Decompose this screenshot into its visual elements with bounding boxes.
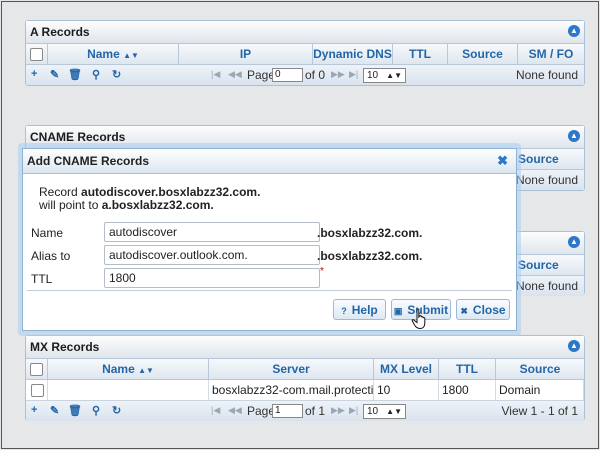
column-header-name[interactable]: Name ▲▼ — [48, 44, 179, 64]
close-button[interactable]: ✖ Close — [456, 299, 510, 320]
column-header-ttl[interactable]: TTL — [439, 359, 496, 379]
close-icon: ✖ — [460, 306, 468, 316]
mx-records-header: MX Records ▲ — [26, 336, 584, 359]
refresh-icon[interactable]: ↻ — [112, 404, 121, 417]
next-page-icon[interactable]: ▶▶ — [331, 405, 345, 416]
ttl-field[interactable]: 1800 — [104, 268, 320, 288]
column-header-name[interactable]: Name ▲▼ — [48, 359, 209, 379]
spinner-icon: ▲▼ — [386, 71, 402, 80]
required-mark: * — [320, 266, 324, 277]
page-input[interactable]: 1 — [272, 404, 303, 418]
sort-icon: ▲▼ — [123, 51, 139, 60]
page-label: Page — [247, 404, 276, 418]
alias-field[interactable]: autodiscover.outlook.com. — [104, 245, 320, 265]
search-icon[interactable]: ⚲ — [92, 68, 100, 81]
table-row[interactable]: bosxlabzz32-com.mail.protection.outlook.… — [26, 380, 584, 401]
select-all-checkbox-cell[interactable] — [26, 359, 48, 379]
name-suffix: .bosxlabzz32.com. — [317, 226, 423, 240]
records-status: None found — [515, 279, 578, 293]
next-page-icon[interactable]: ▶▶ — [331, 69, 345, 80]
refresh-icon[interactable]: ↻ — [112, 68, 121, 81]
dns-manager-screen: A Records ▲ Name ▲▼ IP Dynamic DNS TTL S… — [1, 1, 599, 449]
dialog-intro: Record autodiscover.bosxlabzz32.com. wil… — [39, 185, 261, 212]
add-icon[interactable]: + — [31, 404, 37, 416]
alias-suffix: .bosxlabzz32.com. — [317, 249, 423, 263]
delete-icon[interactable]: 🗑 — [68, 68, 82, 81]
page-input[interactable]: 0 — [272, 68, 303, 82]
first-page-icon[interactable]: |◀ — [211, 405, 220, 416]
last-page-icon[interactable]: ▶| — [349, 405, 358, 416]
mx-records-pager: + ✎ 🗑 ⚲ ↻ |◀ ◀◀ Page 1 of 1 ▶▶ ▶| 10 ▲▼ V… — [26, 401, 584, 421]
panel-title: MX Records — [30, 340, 100, 354]
page-size-select[interactable]: 10 ▲▼ — [363, 68, 406, 83]
delete-icon[interactable]: 🗑 — [68, 404, 82, 417]
mx-records-panel: MX Records ▲ Name ▲▼ Server MX Level TTL… — [25, 335, 585, 421]
add-cname-dialog: Add CNAME Records ✖ Record autodiscover.… — [22, 148, 517, 331]
collapse-icon[interactable]: ▲ — [568, 340, 580, 352]
column-header-source[interactable]: Source — [516, 255, 584, 275]
ttl-label: TTL — [31, 272, 53, 286]
column-header-source[interactable]: Source — [448, 44, 518, 64]
select-all-checkbox-cell[interactable] — [26, 44, 48, 64]
cell-server: bosxlabzz32-com.mail.protection.outlook.… — [209, 380, 374, 400]
close-icon[interactable]: ✖ — [497, 149, 508, 173]
intro-target: a.bosxlabzz32.com. — [101, 198, 214, 212]
spinner-icon: ▲▼ — [386, 407, 402, 416]
select-all-checkbox[interactable] — [30, 363, 43, 377]
cell-source: Domain — [496, 380, 584, 400]
dialog-header: Add CNAME Records ✖ — [23, 149, 516, 174]
hand-cursor-icon — [411, 308, 426, 330]
intro-record: autodiscover.bosxlabzz32.com. — [81, 185, 261, 199]
collapse-icon[interactable]: ▲ — [568, 25, 580, 37]
collapse-icon[interactable]: ▲ — [568, 130, 580, 142]
mx-records-column-headers: Name ▲▼ Server MX Level TTL Source — [26, 359, 584, 380]
panel-title: CNAME Records — [30, 130, 126, 144]
select-all-checkbox[interactable] — [30, 48, 43, 62]
name-field[interactable]: autodiscover — [104, 222, 320, 242]
collapse-icon[interactable]: ▲ — [568, 236, 580, 248]
cell-ttl: 1800 — [439, 380, 496, 400]
help-button[interactable]: ? Help — [333, 299, 386, 320]
a-records-column-headers: Name ▲▼ IP Dynamic DNS TTL Source SM / F… — [26, 44, 584, 65]
cell-mx-level: 10 — [374, 380, 439, 400]
column-header-sm-fo[interactable]: SM / FO — [518, 44, 584, 64]
search-icon[interactable]: ⚲ — [92, 404, 100, 417]
save-icon: ▣ — [393, 306, 403, 316]
a-records-header: A Records ▲ — [26, 21, 584, 44]
prev-page-icon[interactable]: ◀◀ — [228, 69, 242, 80]
name-label: Name — [31, 226, 64, 240]
add-icon[interactable]: + — [31, 68, 37, 80]
column-header-mx-level[interactable]: MX Level — [374, 359, 439, 379]
sort-icon: ▲▼ — [138, 366, 154, 375]
page-label: Page — [247, 68, 276, 82]
column-header-dynamic-dns[interactable]: Dynamic DNS — [313, 44, 393, 64]
a-records-pager: + ✎ 🗑 ⚲ ↻ |◀ ◀◀ Page 0 of 0 ▶▶ ▶| 10 ▲▼ N… — [26, 65, 584, 85]
records-status: None found — [515, 68, 578, 82]
row-checkbox-cell[interactable] — [26, 380, 48, 400]
page-size-select[interactable]: 10 ▲▼ — [363, 404, 406, 419]
panel-title: A Records — [30, 25, 90, 39]
column-header-server[interactable]: Server — [209, 359, 374, 379]
cell-name — [48, 380, 209, 400]
last-page-icon[interactable]: ▶| — [349, 69, 358, 80]
first-page-icon[interactable]: |◀ — [211, 69, 220, 80]
records-status: View 1 - 1 of 1 — [501, 404, 579, 418]
row-checkbox[interactable] — [31, 384, 44, 398]
edit-icon[interactable]: ✎ — [50, 68, 59, 81]
page-count: of 1 — [305, 404, 326, 418]
page-count: of 0 — [305, 68, 326, 82]
prev-page-icon[interactable]: ◀◀ — [228, 405, 242, 416]
dialog-title: Add CNAME Records — [27, 154, 150, 168]
column-header-source[interactable]: Source — [496, 359, 584, 379]
help-icon: ? — [341, 306, 347, 316]
records-status: None found — [515, 173, 578, 187]
edit-icon[interactable]: ✎ — [50, 404, 59, 417]
column-header-source[interactable]: Source — [516, 149, 584, 169]
column-header-ttl[interactable]: TTL — [393, 44, 448, 64]
column-header-ip[interactable]: IP — [179, 44, 313, 64]
dialog-divider — [27, 290, 512, 291]
a-records-panel: A Records ▲ Name ▲▼ IP Dynamic DNS TTL S… — [25, 20, 585, 86]
alias-label: Alias to — [31, 249, 71, 263]
